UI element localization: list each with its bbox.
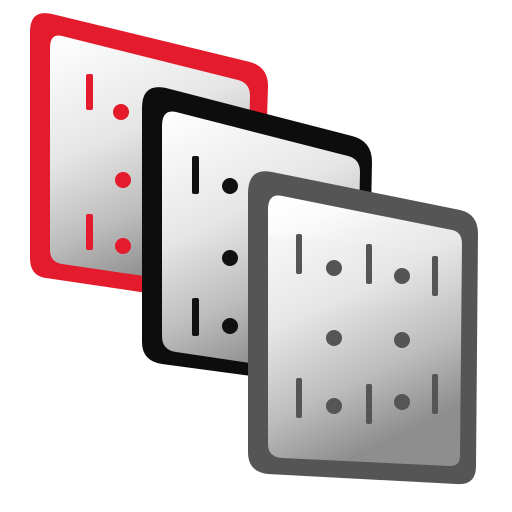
middle-slot	[192, 156, 199, 194]
front-slot	[296, 234, 302, 274]
back-slot	[86, 214, 93, 250]
back-dot	[115, 172, 131, 188]
front-dot	[394, 332, 410, 348]
middle-dot	[222, 178, 238, 194]
middle-dot	[222, 250, 238, 266]
front-dot	[326, 330, 342, 346]
icon-canvas	[0, 0, 512, 512]
front-slot	[296, 378, 302, 418]
front-panel	[248, 171, 478, 485]
front-dot	[326, 398, 342, 414]
front-dot	[394, 268, 410, 284]
front-dot	[326, 260, 342, 276]
back-dot	[113, 104, 129, 120]
back-slot	[86, 74, 93, 110]
front-slot	[366, 384, 372, 424]
layered-panels-icon	[30, 13, 478, 485]
front-slot	[432, 256, 438, 296]
middle-dot	[222, 318, 238, 334]
front-slot	[366, 244, 372, 284]
back-dot	[115, 238, 131, 254]
middle-slot	[192, 298, 199, 336]
front-slot	[432, 374, 438, 414]
front-dot	[394, 394, 410, 410]
